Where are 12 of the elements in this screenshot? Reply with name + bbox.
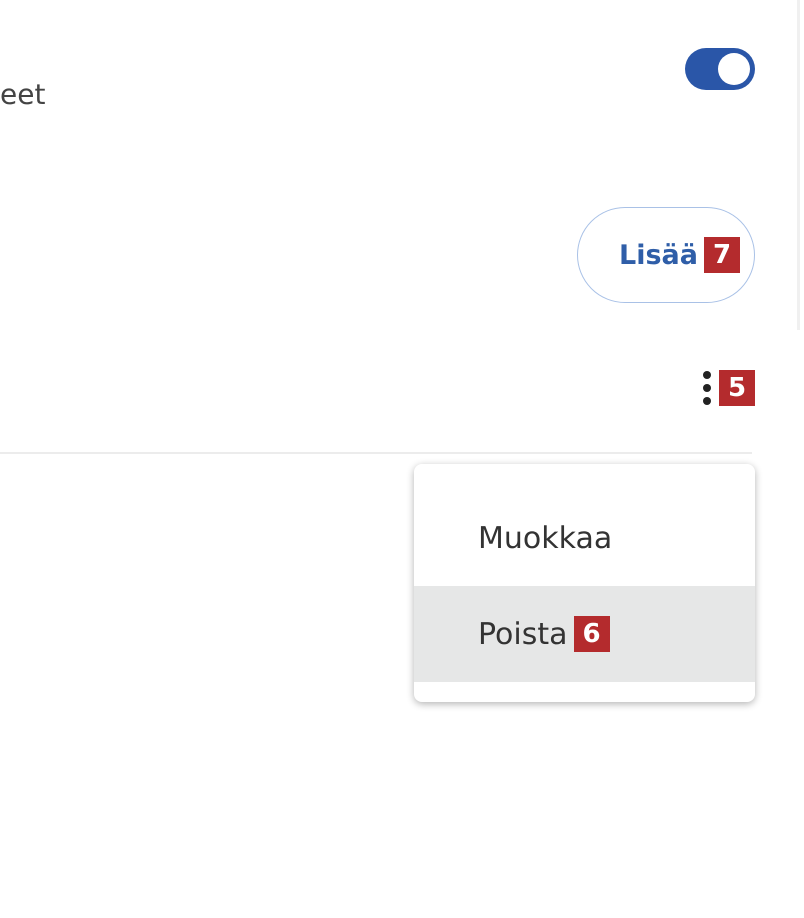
number-badge: 6 (574, 616, 610, 652)
add-label: Lisää (619, 240, 698, 270)
menu-item[interactable]: Poista 6 (414, 586, 755, 682)
menu-item[interactable]: Muokkaa (414, 490, 755, 586)
more-options-icon[interactable] (701, 370, 713, 406)
menu-item-label: Poista (478, 616, 568, 652)
add-button[interactable]: Lisää 7 (577, 207, 755, 303)
toggle-switch[interactable] (685, 48, 755, 90)
number-badge: 7 (704, 237, 740, 273)
setting-label: eet (0, 78, 46, 113)
menu-item-label: Muokkaa (478, 520, 612, 556)
number-badge: 5 (719, 370, 755, 406)
